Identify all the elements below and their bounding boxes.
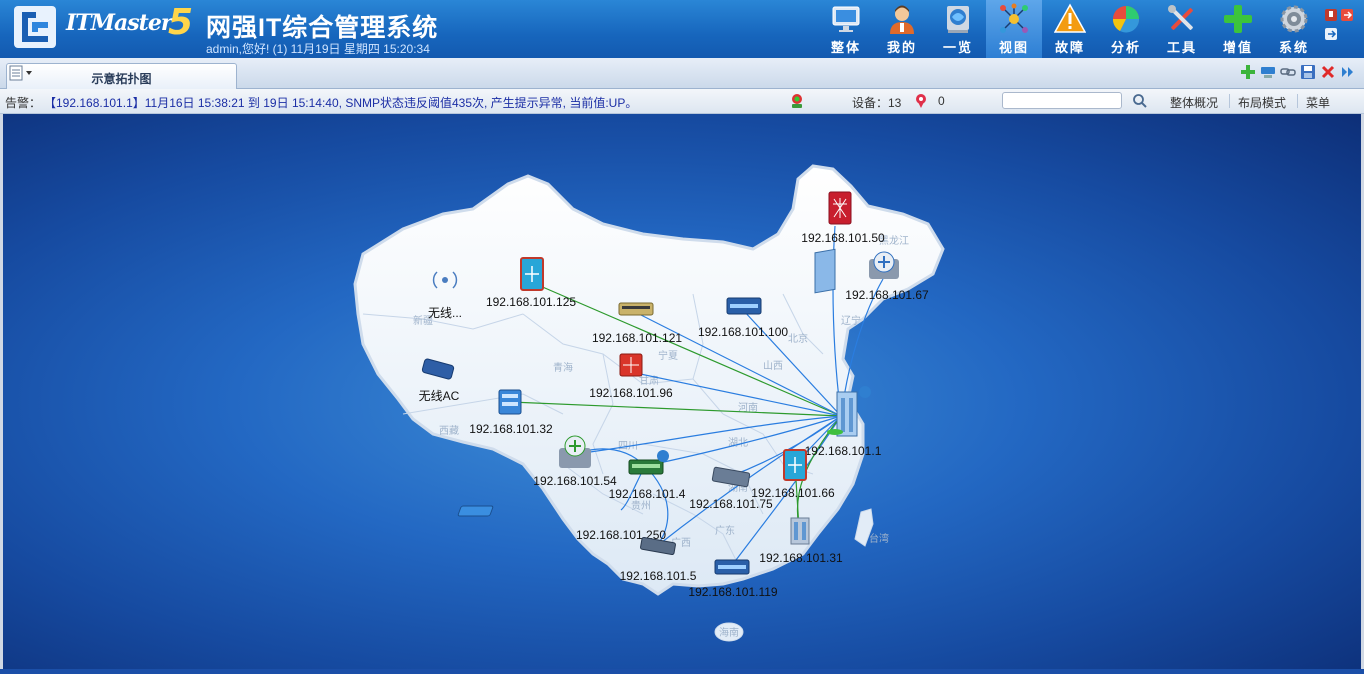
add-icon[interactable] [1240,64,1256,80]
device-label: 192.168.101.54 [533,474,617,488]
main-nav: 整体 我的 一览 视图 故障 分析 工具 增值 系统 [818,0,1322,58]
device-status-icon[interactable] [789,93,805,109]
device-label: 192.168.101.50 [801,231,885,245]
window-controls [1325,9,1353,40]
network-icon[interactable] [1260,64,1276,80]
nav-analysis[interactable]: 分析 [1098,0,1154,58]
province-label: 山西 [763,360,783,372]
app-logo [14,6,56,48]
alarm-label: 告警： [5,96,42,110]
nav-system[interactable]: 系统 [1266,0,1322,58]
overview-icon [947,6,969,33]
save-icon[interactable] [1300,64,1316,80]
close-icon[interactable] [1320,64,1336,80]
device-label: 192.168.101.4 [609,487,686,501]
app-header: ITMaster 5 网强IT综合管理系统 admin,您好! (1) 11月1… [0,0,1364,58]
switch-icon [618,302,654,316]
tab-bar: 示意拓扑图 [0,58,1364,89]
device-label: 无线... [428,306,462,320]
plus-icon [1224,5,1252,33]
device-label: 192.168.101.67 [845,288,929,302]
device-label: 192.168.101.1 [805,444,882,458]
link-icon[interactable] [1280,64,1296,80]
nav-label: 故障 [1054,40,1085,55]
province-label: 青海 [553,361,573,374]
brand-name: ITMaster [66,10,172,36]
warning-icon [1054,3,1086,33]
nav-view[interactable]: 视图 [986,0,1042,58]
exit-icon[interactable] [1325,28,1337,40]
monitor-icon [832,6,860,32]
nav-overall[interactable]: 整体 [818,0,874,58]
device-label: 192.168.101.66 [751,486,835,500]
logout-icon[interactable] [1341,9,1353,21]
nav-mine[interactable]: 我的 [874,0,930,58]
nav-label: 工具 [1166,40,1197,55]
switch-core-icon [520,257,544,291]
tab-label: 示意拓扑图 [91,72,152,86]
gear-icon [1280,5,1308,33]
nav-label: 分析 [1110,40,1141,55]
pie-chart-icon [1112,6,1140,33]
switch-icon [457,505,494,517]
device-label: 192.168.101.125 [486,295,576,309]
search-icon[interactable] [1132,93,1148,109]
building-icon [790,517,810,545]
user-info: admin,您好! (1) 11月19日 星期四 15:20:34 [206,42,430,56]
device-count: 设备：13 [852,96,902,110]
alert-count: 0 [938,94,945,108]
alarm-bar: 告警： 【192.168.101.1】11月16日 15:38:21 到 19日… [0,89,1364,114]
user-icon [890,5,914,34]
nav-overview[interactable]: 一览 [930,0,986,58]
tab-topology[interactable]: 示意拓扑图 [6,63,237,89]
province-label: 西藏 [439,425,459,437]
nav-fault[interactable]: 故障 [1042,0,1098,58]
switch-icon [726,297,762,315]
topology-canvas[interactable]: 新疆 西藏 青海 甘肃 宁夏 四川 湖北 河南 山西 北京 辽宁 黑龙江 广西 … [0,114,1364,669]
overall-summary-link[interactable]: 整体概况 [1170,94,1218,111]
firewall-icon [619,353,643,377]
province-label: 海南 [719,626,739,639]
tab-toolbar [1240,64,1356,80]
device-label: 无线AC [419,389,460,403]
province-label: 广东 [715,524,735,537]
switch-core-icon [783,449,807,481]
server-icon [498,389,522,415]
system-title: 网强IT综合管理系统 [206,14,439,42]
divider [1229,94,1230,108]
device-label: 192.168.101.5 [620,569,697,583]
alert-pin-icon[interactable] [914,93,928,109]
device-label: 192.168.101.32 [469,422,553,436]
nav-label: 增值 [1222,40,1253,55]
province-label: 辽宁 [841,314,861,327]
divider [1297,94,1298,108]
province-label: 北京 [788,332,808,345]
switch-icon [714,559,750,575]
device-label: 192.168.101.121 [592,331,682,345]
nav-label: 系统 [1278,40,1309,55]
nav-label: 整体 [830,40,861,55]
tab-menu-icon[interactable] [8,63,38,83]
expand-icon[interactable] [1340,64,1356,80]
topology-map[interactable]: 新疆 西藏 青海 甘肃 宁夏 四川 湖北 河南 山西 北京 辽宁 黑龙江 广西 … [3,114,1361,669]
search-input[interactable] [1002,92,1122,109]
device-label: 192.168.101.96 [589,386,673,400]
menu-link[interactable]: 菜单 [1306,94,1330,111]
nav-value-added[interactable]: 增值 [1210,0,1266,58]
topology-icon [1000,3,1028,33]
nav-label: 视图 [998,40,1029,55]
alarm-bell-icon[interactable] [1325,9,1337,21]
nav-tools[interactable]: 工具 [1154,0,1210,58]
alarm-message[interactable]: 【192.168.101.1】11月16日 15:38:21 到 19日 15:… [44,94,637,111]
province-label: 台湾 [869,532,889,545]
device-label: 192.168.101.100 [698,325,788,339]
nav-label: 一览 [942,40,973,55]
nav-label: 我的 [886,40,917,55]
device-label: 192.168.101.31 [759,551,843,565]
brand-version: 5 [168,2,194,43]
tools-icon [1168,5,1193,30]
device-label: 192.168.101.119 [688,585,778,599]
layout-mode-link[interactable]: 布局模式 [1238,94,1286,111]
province-label: 宁夏 [658,349,678,362]
